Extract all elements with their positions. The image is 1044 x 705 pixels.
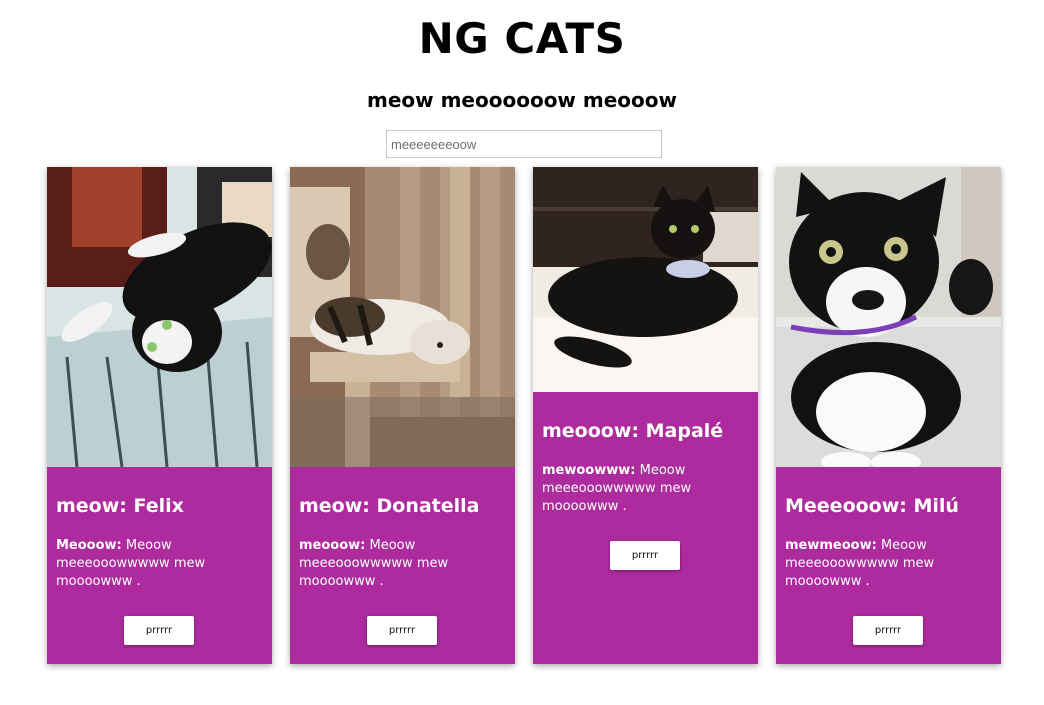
cat-photo-donatella [290,167,515,467]
card-body: meooow: Mapalé mewoowww: Meoow meeeoooww… [542,420,749,516]
cat-label: mewmeoow: [785,538,877,553]
cat-label: Meooow: [56,538,122,553]
cat-name: meooow: Mapalé [542,420,724,442]
cat-photo-milu [776,167,1001,467]
card-body: meow: Felix Meooow: Meoow meeeooowwwww m… [56,495,263,591]
page-subtitle: meow meoooooow meooow [367,88,677,112]
page-title: NG CATS [418,14,626,63]
cat-card-felix: meow: Felix Meooow: Meoow meeeooowwwww m… [47,167,272,664]
cat-card-donatella: meow: Donatella meooow: Meoow meeeooowww… [290,167,515,664]
card-body: meow: Donatella meooow: Meoow meeeooowww… [299,495,506,591]
cat-description: Meooow: Meoow meeeooowwwww mew moooowww … [56,537,263,591]
search-input[interactable] [386,130,662,158]
cat-description: mewmeoow: Meoow meeeooowwwww mew mooooww… [785,537,992,591]
purr-button[interactable]: prrrrr [367,616,437,645]
cat-name: meow: Donatella [299,495,480,517]
card-body: Meeeooow: Milú mewmeoow: Meoow meeeoooww… [785,495,992,591]
cat-photo-mapale [533,167,758,392]
cat-description: meooow: Meoow meeeooowwwww mew moooowww … [299,537,506,591]
purr-button[interactable]: prrrrr [610,541,680,570]
cat-description: mewoowww: Meoow meeeooowwwww mew mooooww… [542,462,749,516]
purr-button[interactable]: prrrrr [124,616,194,645]
cat-card-milu: Meeeooow: Milú mewmeoow: Meoow meeeoooww… [776,167,1001,664]
purr-button[interactable]: prrrrr [853,616,923,645]
cat-label: meooow: [299,538,366,553]
cat-card-mapale: meooow: Mapalé mewoowww: Meoow meeeoooww… [533,167,758,664]
cat-photo-felix [47,167,272,467]
cat-name: meow: Felix [56,495,184,517]
cat-label: mewoowww: [542,463,636,478]
cat-name: Meeeooow: Milú [785,495,959,517]
